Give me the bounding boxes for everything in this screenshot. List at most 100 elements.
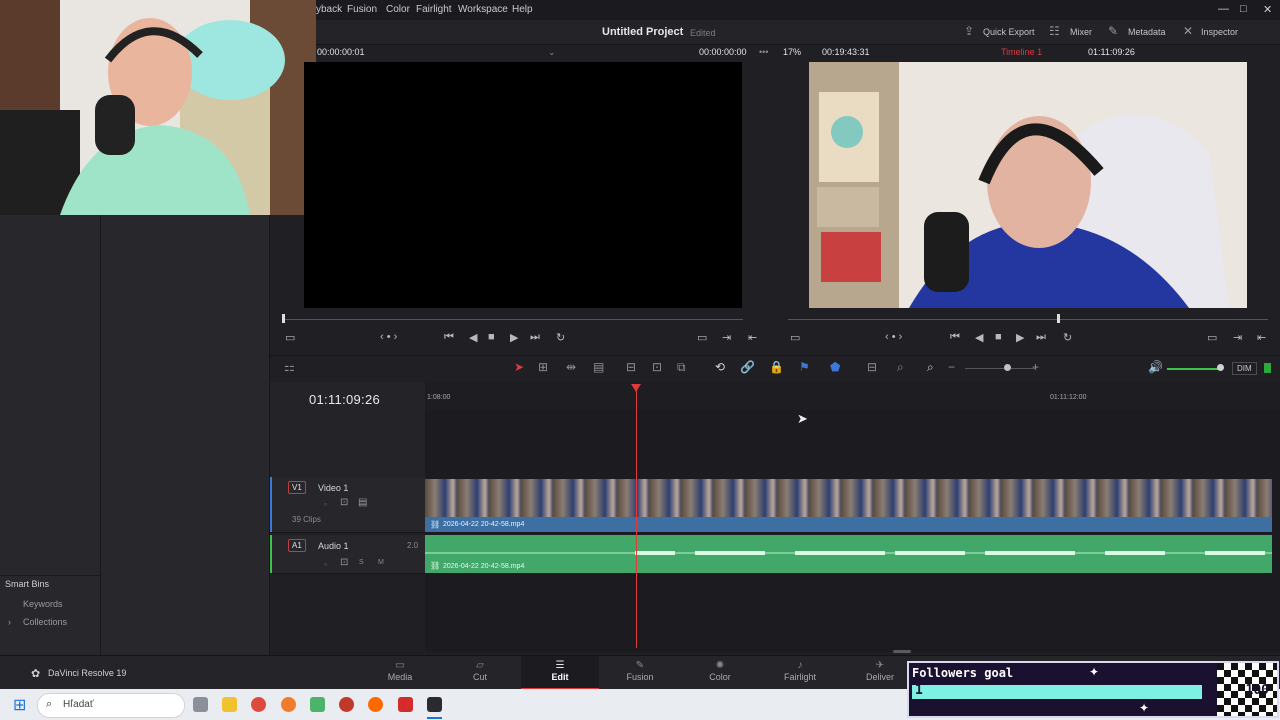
timeline-timecode[interactable]: 01:11:09:26 bbox=[309, 392, 380, 407]
chrome-icon[interactable] bbox=[251, 697, 266, 712]
collections-bin[interactable]: Collections bbox=[23, 617, 67, 627]
more-options-icon[interactable]: ••• bbox=[759, 47, 768, 57]
program-timecode[interactable]: 01:11:09:26 bbox=[1088, 47, 1135, 57]
insert-clip-icon[interactable]: ⊟ bbox=[626, 360, 636, 374]
program-mode-icon[interactable]: ▭ bbox=[790, 331, 800, 344]
source-scrubber[interactable] bbox=[283, 319, 743, 320]
track-visibility-icon[interactable]: ▤ bbox=[358, 497, 367, 508]
page-color[interactable]: ✺ Color bbox=[688, 656, 752, 690]
mark-in-icon[interactable]: ⇥ bbox=[722, 331, 731, 344]
marker-icon[interactable]: ⬟ bbox=[830, 360, 840, 374]
match-frame-icon[interactable]: ▭ bbox=[697, 331, 707, 344]
video-track-header[interactable]: V1 Video 1 ▫ ⊡ ▤ 39 Clips bbox=[270, 477, 425, 533]
program-match-frame-icon[interactable]: ▭ bbox=[1207, 331, 1217, 344]
zoom-slider-handle[interactable] bbox=[1004, 364, 1011, 371]
jog-icon[interactable]: ‹ • › bbox=[380, 331, 397, 343]
inspector-icon[interactable]: ✕ bbox=[1183, 24, 1193, 38]
program-last-frame-icon[interactable]: ⏭ bbox=[1036, 331, 1046, 344]
lock-track-icon[interactable]: ▫ bbox=[324, 499, 327, 509]
program-mark-in-icon[interactable]: ⇥ bbox=[1233, 331, 1242, 344]
track-badge-v1[interactable]: V1 bbox=[288, 481, 306, 494]
program-reverse-icon[interactable]: ◀ bbox=[975, 331, 983, 344]
davinci-resolve-taskbar-icon[interactable] bbox=[427, 697, 442, 712]
menu-color[interactable]: Color bbox=[386, 4, 410, 15]
flag-icon[interactable]: ⚑ bbox=[799, 360, 810, 374]
menu-fusion[interactable]: Fusion bbox=[347, 4, 377, 15]
quick-export-button[interactable]: Quick Export bbox=[983, 27, 1035, 37]
program-mark-out-icon[interactable]: ⇤ bbox=[1257, 331, 1266, 344]
keywords-bin[interactable]: Keywords bbox=[23, 599, 63, 609]
task-view-icon[interactable] bbox=[193, 697, 208, 712]
taskbar-search[interactable]: ⌕ Hľadať bbox=[37, 693, 185, 718]
file-explorer-icon[interactable] bbox=[222, 697, 237, 712]
xampp-icon[interactable] bbox=[398, 697, 413, 712]
zoom-out-icon[interactable]: − bbox=[948, 360, 955, 374]
track-badge-a1[interactable]: A1 bbox=[288, 539, 306, 552]
menu-help[interactable]: Help bbox=[512, 4, 533, 15]
volume-slider-handle[interactable] bbox=[1217, 364, 1224, 371]
audio-auto-select-icon[interactable]: ⊡ bbox=[340, 557, 348, 568]
page-cut[interactable]: ▱ Cut bbox=[448, 656, 512, 690]
zoom-level[interactable]: 17% bbox=[783, 47, 801, 57]
mark-out-icon[interactable]: ⇤ bbox=[748, 331, 757, 344]
zoom-detail-icon[interactable]: ⌕ bbox=[897, 360, 904, 375]
program-jog-icon[interactable]: ‹ • › bbox=[885, 331, 902, 343]
chevron-right-icon[interactable]: › bbox=[8, 617, 11, 627]
timeline-selector[interactable]: Timeline 1 bbox=[1001, 47, 1042, 57]
program-scrubber[interactable] bbox=[788, 319, 1268, 320]
program-viewer[interactable] bbox=[809, 62, 1247, 308]
source-scrub-handle[interactable] bbox=[282, 314, 285, 323]
video-track-name[interactable]: Video 1 bbox=[318, 483, 348, 493]
metadata-button[interactable]: Metadata bbox=[1128, 27, 1166, 37]
program-scrub-handle[interactable] bbox=[1057, 314, 1060, 323]
mixer-button[interactable]: Mixer bbox=[1070, 27, 1092, 37]
firefox-icon[interactable] bbox=[281, 697, 296, 712]
stop-icon[interactable]: ■ bbox=[488, 331, 495, 343]
video-clip[interactable]: ⛓ 2026-04-22 20-42-58.mp4 bbox=[425, 479, 1272, 532]
play-icon[interactable]: ▶ bbox=[510, 331, 518, 344]
page-media[interactable]: ▭ Media bbox=[368, 656, 432, 690]
metadata-icon[interactable]: ✎ bbox=[1108, 24, 1118, 38]
maximize-button[interactable]: □ bbox=[1240, 3, 1247, 15]
dim-button[interactable]: DIM bbox=[1232, 362, 1257, 375]
trim-tool-icon[interactable]: ⊞ bbox=[538, 360, 548, 374]
page-fusion[interactable]: ✎ Fusion bbox=[608, 656, 672, 690]
timeline-options-icon[interactable]: ⚏ bbox=[284, 360, 295, 374]
chevron-down-icon[interactable]: ⌄ bbox=[548, 47, 556, 58]
zoom-slider[interactable] bbox=[965, 368, 1035, 369]
position-lock-icon[interactable]: 🔒 bbox=[769, 360, 784, 374]
timeline-ruler[interactable]: 1:08:00 01:11:12:00 bbox=[425, 382, 1280, 411]
loop-icon[interactable]: ↻ bbox=[556, 331, 565, 344]
replace-clip-icon[interactable]: ⧉ bbox=[677, 360, 686, 375]
panel-divider[interactable] bbox=[100, 215, 101, 655]
blade-tool-icon[interactable]: ▤ bbox=[593, 360, 604, 374]
zoom-fit-icon[interactable]: ⊟ bbox=[867, 360, 877, 374]
timeline-scrollbar[interactable] bbox=[893, 650, 911, 653]
audio-track-name[interactable]: Audio 1 bbox=[318, 541, 349, 551]
program-play-icon[interactable]: ▶ bbox=[1016, 331, 1024, 344]
dynamic-trim-icon[interactable]: ⇹ bbox=[566, 360, 576, 374]
linked-selection-icon[interactable]: 🔗 bbox=[740, 360, 755, 374]
playhead[interactable] bbox=[636, 390, 637, 648]
selection-tool-icon[interactable]: ➤ bbox=[514, 360, 524, 374]
snapping-icon[interactable]: ⟲ bbox=[715, 360, 725, 374]
export-icon[interactable]: ⇪ bbox=[964, 24, 974, 38]
audio-clip[interactable]: ⛓ 2026-04-22 20-42-58.mp4 bbox=[425, 535, 1272, 573]
firefox-dev-icon[interactable] bbox=[368, 697, 383, 712]
page-deliver[interactable]: ✈ Deliver bbox=[848, 656, 912, 690]
menu-playback[interactable]: yback bbox=[316, 4, 342, 15]
program-first-frame-icon[interactable]: ⏮ bbox=[950, 331, 960, 344]
program-loop-icon[interactable]: ↻ bbox=[1063, 331, 1072, 344]
close-button[interactable]: ✕ bbox=[1263, 3, 1272, 16]
last-frame-icon[interactable]: ⏭ bbox=[530, 331, 540, 344]
speaker-icon[interactable]: 🔊 bbox=[1148, 360, 1163, 374]
page-edit[interactable]: ☰ Edit bbox=[521, 656, 599, 690]
obs-icon[interactable] bbox=[339, 697, 354, 712]
windows-start-icon[interactable]: ⊞ bbox=[13, 695, 26, 715]
auto-select-icon[interactable]: ⊡ bbox=[340, 497, 348, 508]
menu-fairlight[interactable]: Fairlight bbox=[416, 4, 452, 15]
mute-button[interactable]: M bbox=[378, 559, 384, 566]
zoom-in-icon[interactable]: + bbox=[1032, 360, 1039, 374]
zoom-custom-icon[interactable]: ⌕ bbox=[927, 360, 934, 375]
mixer-icon[interactable]: ☷ bbox=[1049, 24, 1060, 38]
